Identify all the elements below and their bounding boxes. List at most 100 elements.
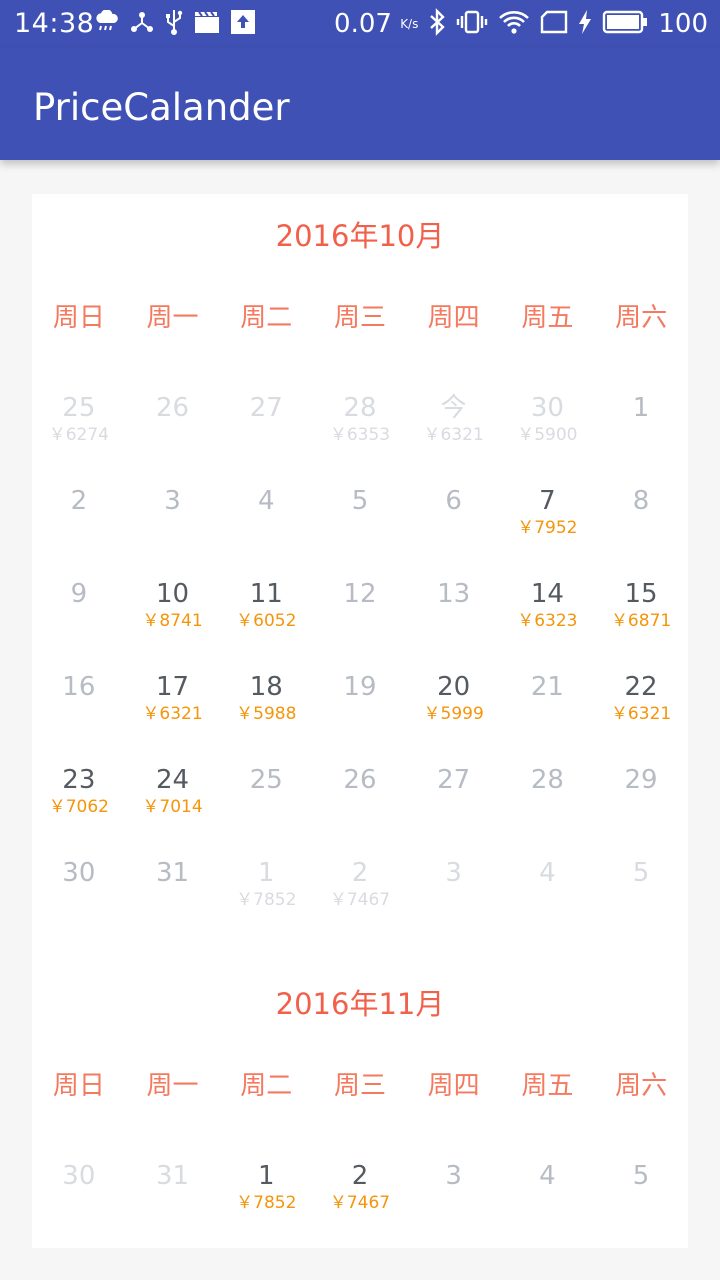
day-cell[interactable]: 18 ￥5988 xyxy=(219,671,313,764)
day-cell[interactable]: 21 xyxy=(501,671,595,764)
day-cell[interactable]: 2 xyxy=(32,485,126,578)
weekday-label: 周一 xyxy=(146,1071,199,1101)
day-number: 30 xyxy=(62,1161,96,1191)
day-cell[interactable]: 5 xyxy=(594,1160,688,1253)
day-number: 5 xyxy=(632,1161,650,1191)
day-cell[interactable]: 26 xyxy=(313,764,407,857)
weekday-label: 周五 xyxy=(521,1071,574,1101)
day-cell[interactable]: 13 xyxy=(407,578,501,671)
month-title: 2016年10月 xyxy=(275,219,445,253)
day-cell[interactable]: 24 ￥7014 xyxy=(126,764,220,857)
app-bar: PriceCalander xyxy=(0,48,720,160)
day-cell[interactable]: 25 ￥6274 xyxy=(32,392,126,485)
days-grid: 25 ￥6274 26 27 28 ￥6353 今 ￥6321 30 ￥5900 1 2 3 4 5 6 7 ￥7… xyxy=(32,392,688,950)
day-number: 2 xyxy=(351,858,369,888)
day-cell[interactable]: 26 xyxy=(126,392,220,485)
day-cell[interactable]: 1 ￥7852 xyxy=(219,1160,313,1253)
day-number: 25 xyxy=(62,393,96,423)
day-number: 31 xyxy=(156,858,190,888)
day-number: 27 xyxy=(249,393,283,423)
day-cell[interactable]: 30 xyxy=(32,857,126,950)
bluetooth-icon xyxy=(428,8,446,40)
upload-icon xyxy=(230,9,256,39)
day-cell[interactable]: 30 xyxy=(32,1160,126,1253)
day-cell[interactable]: 29 xyxy=(594,764,688,857)
day-cell[interactable]: 2 ￥7467 xyxy=(313,857,407,950)
day-cell[interactable]: 4 xyxy=(501,1160,595,1253)
day-cell[interactable]: 30 ￥5900 xyxy=(501,392,595,485)
day-price: ￥6052 xyxy=(236,611,297,631)
day-cell[interactable]: 8 xyxy=(594,485,688,578)
sim-icon xyxy=(540,10,568,38)
day-cell[interactable]: 25 xyxy=(219,764,313,857)
day-cell[interactable]: 1 xyxy=(594,392,688,485)
day-cell[interactable]: 14 ￥6323 xyxy=(501,578,595,671)
weekday-header: 周日 周一 周二 周三 周四 周五 周六 xyxy=(32,298,688,338)
day-number: 29 xyxy=(624,765,658,795)
day-price: ￥6274 xyxy=(48,425,109,445)
day-cell[interactable]: 16 xyxy=(32,671,126,764)
day-cell[interactable]: 27 xyxy=(407,764,501,857)
day-number: 19 xyxy=(343,672,377,702)
day-cell[interactable]: 3 xyxy=(126,485,220,578)
day-number: 17 xyxy=(156,672,190,702)
day-price: ￥5999 xyxy=(423,704,484,724)
usb-icon xyxy=(164,8,184,40)
day-cell[interactable]: 5 xyxy=(594,857,688,950)
day-number: 21 xyxy=(530,672,564,702)
day-number: 31 xyxy=(156,1161,190,1191)
day-number: 7 xyxy=(539,486,556,516)
day-price: ￥6321 xyxy=(423,425,484,445)
price-calendar[interactable]: 2016年10月 周日 周一 周二 周三 周四 周五 周六 25 ￥6274 26 2… xyxy=(32,194,688,1248)
day-cell[interactable]: 12 xyxy=(313,578,407,671)
day-price: ￥5988 xyxy=(236,704,297,724)
day-cell[interactable]: 1 ￥7852 xyxy=(219,857,313,950)
day-price: ￥6353 xyxy=(329,425,391,445)
day-number: 12 xyxy=(343,579,377,609)
days-grid: 30 31 1 ￥7852 2 ￥7467 3 4 5 xyxy=(32,1160,688,1253)
day-cell[interactable]: 19 xyxy=(313,671,407,764)
day-cell[interactable]: 10 ￥8741 xyxy=(126,578,220,671)
day-cell[interactable]: 6 xyxy=(407,485,501,578)
day-price: ￥6871 xyxy=(610,611,672,631)
vibrate-icon xyxy=(456,9,488,39)
day-cell[interactable]: 22 ￥6321 xyxy=(594,671,688,764)
day-cell[interactable]: 31 xyxy=(126,857,220,950)
day-price: ￥7467 xyxy=(329,890,391,910)
day-price: ￥5900 xyxy=(517,425,578,445)
day-cell[interactable]: 9 xyxy=(32,578,126,671)
weekday-label: 周一 xyxy=(146,303,199,333)
day-cell[interactable]: 4 xyxy=(501,857,595,950)
weekday-label: 周三 xyxy=(333,303,386,333)
day-cell[interactable]: 23 ￥7062 xyxy=(32,764,126,857)
day-number: 25 xyxy=(249,765,283,795)
day-cell[interactable]: 28 ￥6353 xyxy=(313,392,407,485)
day-cell[interactable]: 2 ￥7467 xyxy=(313,1160,407,1253)
day-cell[interactable]: 4 xyxy=(219,485,313,578)
day-number: 2 xyxy=(70,486,88,516)
weekday-label: 周六 xyxy=(615,303,668,333)
day-number: 今 xyxy=(440,393,467,423)
day-cell[interactable]: 3 xyxy=(407,1160,501,1253)
day-number: 18 xyxy=(249,672,283,702)
day-cell[interactable]: 20 ￥5999 xyxy=(407,671,501,764)
day-number: 3 xyxy=(445,858,462,888)
day-cell[interactable]: 31 xyxy=(126,1160,220,1253)
day-number: 5 xyxy=(351,486,369,516)
month-title: 2016年11月 xyxy=(275,987,445,1021)
day-number: 27 xyxy=(437,765,471,795)
weekday-label: 周二 xyxy=(240,303,293,333)
day-cell[interactable]: 27 xyxy=(219,392,313,485)
day-cell[interactable]: 11 ￥6052 xyxy=(219,578,313,671)
day-cell[interactable]: 3 xyxy=(407,857,501,950)
status-icons-right: 0.07 K/s 100 xyxy=(334,8,708,40)
day-cell[interactable]: 17 ￥6321 xyxy=(126,671,220,764)
day-cell[interactable]: 28 xyxy=(501,764,595,857)
day-cell[interactable]: 今 ￥6321 xyxy=(407,392,501,485)
day-price: ￥8741 xyxy=(142,611,203,631)
day-cell[interactable]: 7 ￥7952 xyxy=(501,485,595,578)
day-cell[interactable]: 5 xyxy=(313,485,407,578)
day-number: 30 xyxy=(62,858,96,888)
day-cell[interactable]: 15 ￥6871 xyxy=(594,578,688,671)
day-number: 28 xyxy=(343,393,377,423)
